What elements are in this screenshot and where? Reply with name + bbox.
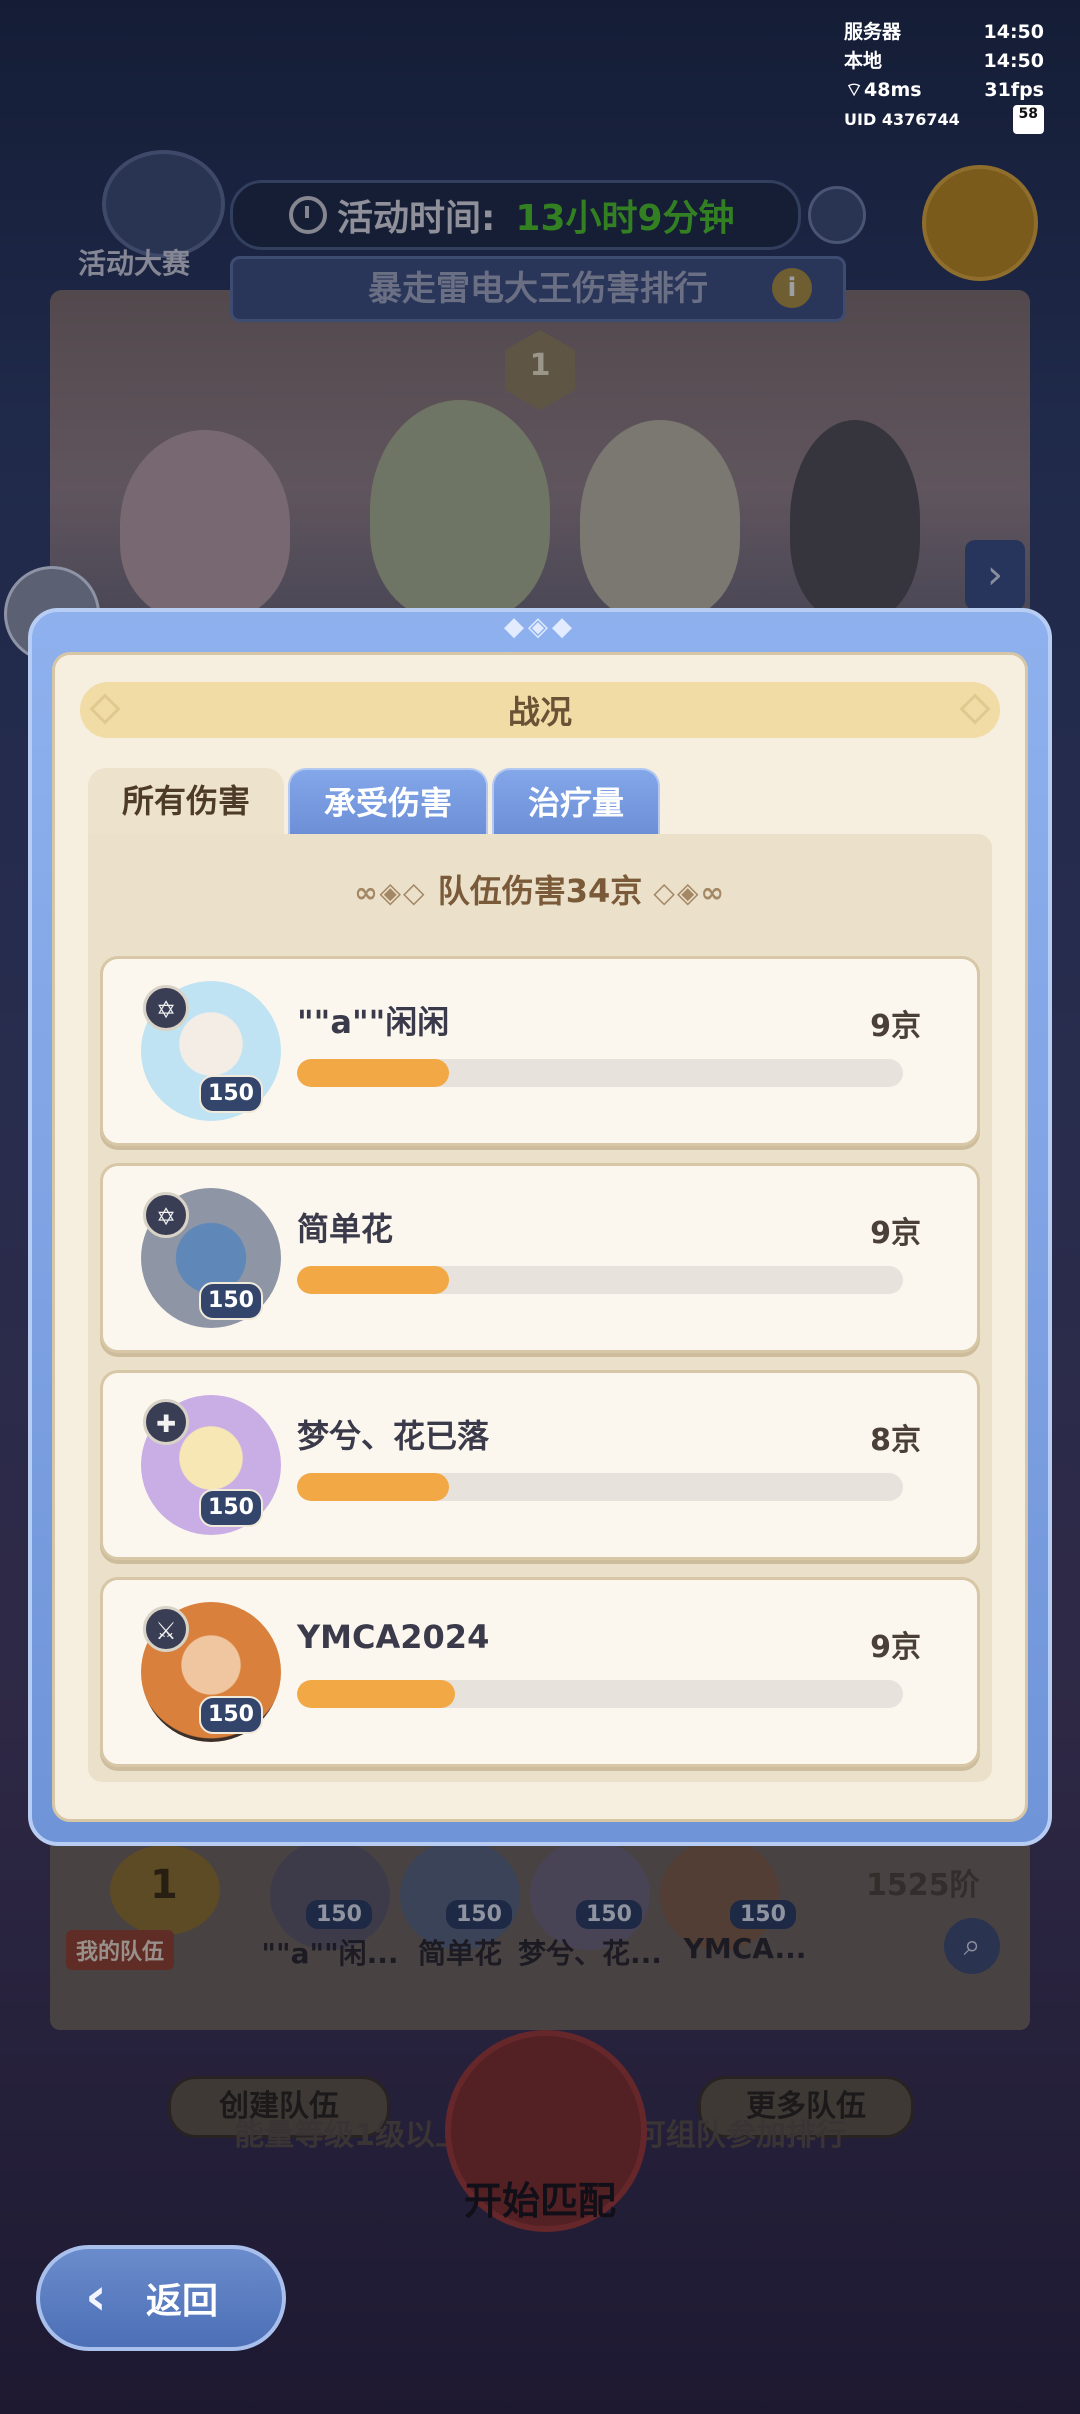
battery-icon: 58 xyxy=(1012,105,1044,134)
star-of-david-icon: ✡ xyxy=(143,1192,189,1238)
player-name: YMCA2024 xyxy=(297,1618,490,1656)
stage-character-1 xyxy=(120,430,290,620)
ornament-left-icon: ∞◈◇ xyxy=(354,876,427,909)
team-member-level: 150 xyxy=(446,1900,512,1929)
team-member-level: 150 xyxy=(730,1900,796,1929)
timer-label: 活动时间: xyxy=(337,198,496,239)
local-time: 14:50 xyxy=(983,50,1044,72)
my-team-tag: 我的队伍 xyxy=(66,1930,175,1970)
sword-icon: ⚔ xyxy=(143,1606,189,1652)
fps-value: 31fps xyxy=(984,79,1044,101)
stage-character-2 xyxy=(370,400,550,620)
event-title: 暴走雷电大王伤害排行 xyxy=(230,256,846,322)
damage-value: 8京 xyxy=(870,1423,921,1458)
next-arrow-icon[interactable]: › xyxy=(965,540,1025,610)
timer-value: 13小时9分钟 xyxy=(515,198,735,239)
team-member-name: ""a""闲... xyxy=(261,1937,399,1970)
shop-label: 活动大赛 xyxy=(78,248,191,279)
player-name: 简单花 xyxy=(297,1210,394,1248)
team-member-level: 150 xyxy=(576,1900,642,1929)
clock-icon xyxy=(289,196,327,234)
player-name: 梦兮、花已落 xyxy=(297,1417,490,1455)
wifi-icon: ⌔ xyxy=(845,79,863,101)
damage-value: 9京 xyxy=(870,1216,921,1251)
modal-title-bar: 战况 xyxy=(80,682,1000,738)
level-badge: 150 xyxy=(199,1075,263,1113)
damage-bar xyxy=(297,1680,903,1708)
damage-value: 9京 xyxy=(870,1630,921,1665)
back-button[interactable]: ‹ 返回 xyxy=(36,2245,286,2351)
back-label: 返回 xyxy=(146,2281,219,2322)
status-overlay: 服务器 14:50 本地 14:50 ⌔48ms 31fps UID 4376744 5… xyxy=(844,18,1044,134)
modal-ornament: ◆◈◆ xyxy=(504,612,576,642)
team-score: 1525阶 xyxy=(866,1868,980,1903)
back-arrow-icon: ‹ xyxy=(85,2267,107,2327)
team-member-name: 简单花 xyxy=(417,1937,502,1970)
cross-icon: ✚ xyxy=(143,1399,189,1445)
start-match-label: 开始匹配 xyxy=(463,2179,616,2223)
stage-character-4 xyxy=(790,420,920,620)
local-label: 本地 xyxy=(844,50,883,72)
ornament-right-icon: ◇◈∞ xyxy=(653,876,726,909)
rank-number: 1 xyxy=(529,348,551,383)
team-member-name: YMCA... xyxy=(683,1932,807,1965)
server-time: 14:50 xyxy=(983,21,1044,43)
tab-healing[interactable]: 治疗量 xyxy=(492,768,661,834)
player-card[interactable]: ✡ 150 ""a""闲闲 9京 xyxy=(100,956,980,1146)
team-member-name: 梦兮、花... xyxy=(518,1937,662,1970)
player-card[interactable]: ✚ 150 梦兮、花已落 8京 xyxy=(100,1370,980,1560)
modal-title: 战况 xyxy=(507,693,572,731)
ranking-icon[interactable] xyxy=(922,165,1038,281)
event-timer: 活动时间: 13小时9分钟 xyxy=(230,180,801,250)
tab-damage-taken[interactable]: 承受伤害 xyxy=(288,768,489,834)
damage-bar-fill xyxy=(297,1473,449,1501)
level-badge: 150 xyxy=(199,1282,263,1320)
team-rank-number: 1 xyxy=(150,1862,178,1908)
team-total-label: 队伍伤害34京 xyxy=(437,872,643,910)
player-card[interactable]: ✡ 150 简单花 9京 xyxy=(100,1163,980,1353)
damage-bar xyxy=(297,1059,903,1087)
damage-bar xyxy=(297,1473,903,1501)
damage-bar-fill xyxy=(297,1266,449,1294)
stage-character-3 xyxy=(580,420,740,620)
uid-label: UID xyxy=(844,110,877,129)
server-label: 服务器 xyxy=(844,21,902,43)
player-name: ""a""闲闲 xyxy=(297,1003,450,1041)
damage-value: 9京 xyxy=(870,1009,921,1044)
uid-value: 4376744 xyxy=(881,110,960,129)
level-badge: 150 xyxy=(199,1696,263,1734)
team-total: ∞◈◇ 队伍伤害34京 ◇◈∞ xyxy=(88,866,992,912)
damage-bar-fill xyxy=(297,1059,449,1087)
team-member-level: 150 xyxy=(306,1900,372,1929)
damage-bar-fill xyxy=(297,1680,455,1708)
zoom-icon[interactable]: ⌕ xyxy=(944,1918,1000,1974)
stat-tabs: 所有伤害 承受伤害 治疗量 xyxy=(88,768,664,834)
player-card[interactable]: ⚔ 150 YMCA2024 9京 xyxy=(100,1577,980,1767)
tab-all-damage[interactable]: 所有伤害 xyxy=(88,768,285,834)
info-icon[interactable]: i xyxy=(772,268,812,308)
star-of-david-icon: ✡ xyxy=(143,985,189,1031)
damage-bar xyxy=(297,1266,903,1294)
ping-value: 48ms xyxy=(864,79,922,101)
book-icon[interactable] xyxy=(808,186,866,244)
level-badge: 150 xyxy=(199,1489,263,1527)
